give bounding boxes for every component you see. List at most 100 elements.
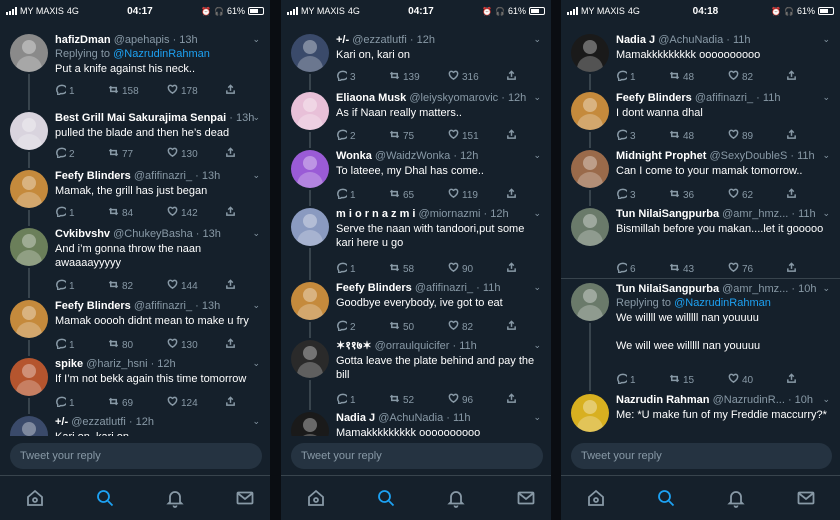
avatar[interactable] bbox=[291, 92, 329, 130]
display-name[interactable]: Cvkibvshv bbox=[55, 228, 110, 240]
retweet-button[interactable]: 158 bbox=[108, 84, 139, 98]
display-name[interactable]: +/- bbox=[336, 34, 349, 46]
tweet[interactable]: spike @hariz_hsni · 12h ⌄ If I’m not bekk … bbox=[0, 354, 270, 414]
reply-button[interactable]: 1 bbox=[55, 396, 75, 410]
avatar[interactable] bbox=[571, 150, 609, 188]
user-handle[interactable]: @afifinazri_ bbox=[134, 170, 192, 182]
retweet-button[interactable]: 48 bbox=[669, 70, 694, 84]
avatar[interactable] bbox=[571, 34, 609, 72]
share-button[interactable] bbox=[225, 206, 236, 220]
display-name[interactable]: Nazrudin Rahman bbox=[616, 394, 710, 406]
user-handle[interactable]: @ChukeyBasha bbox=[113, 228, 193, 240]
chevron-down-icon[interactable]: ⌄ bbox=[533, 412, 541, 423]
display-name[interactable]: Nadia J bbox=[616, 34, 655, 46]
tab-messages[interactable] bbox=[796, 488, 816, 508]
user-handle[interactable]: @afifinazri_ bbox=[695, 92, 753, 104]
tab-messages[interactable] bbox=[516, 488, 536, 508]
retweet-button[interactable]: 15 bbox=[669, 373, 694, 387]
display-name[interactable]: Feefy Blinders bbox=[55, 170, 131, 182]
user-handle[interactable]: @afifinazri_ bbox=[134, 300, 192, 312]
share-button[interactable] bbox=[786, 129, 797, 143]
share-button[interactable] bbox=[506, 262, 517, 276]
avatar[interactable] bbox=[571, 92, 609, 130]
chevron-down-icon[interactable]: ⌄ bbox=[533, 92, 541, 103]
chevron-down-icon[interactable]: ⌄ bbox=[252, 170, 260, 181]
reply-button[interactable]: 1 bbox=[336, 262, 356, 276]
tab-search[interactable] bbox=[656, 488, 676, 508]
share-button[interactable] bbox=[506, 320, 517, 334]
chevron-down-icon[interactable]: ⌄ bbox=[533, 150, 541, 161]
tab-messages[interactable] bbox=[235, 488, 255, 508]
display-name[interactable]: Feefy Blinders bbox=[616, 92, 692, 104]
tab-notifications[interactable] bbox=[726, 488, 746, 508]
tweet[interactable]: Feefy Blinders @afifinazri_ · 11h ⌄ Goodby… bbox=[281, 278, 551, 338]
chevron-down-icon[interactable]: ⌄ bbox=[252, 416, 260, 427]
display-name[interactable]: ✶११७✶ bbox=[336, 340, 372, 352]
like-button[interactable]: 119 bbox=[448, 188, 478, 202]
like-button[interactable]: 124 bbox=[167, 396, 198, 410]
chevron-down-icon[interactable]: ⌄ bbox=[822, 394, 830, 405]
user-handle[interactable]: @ezzatlutfi bbox=[352, 34, 407, 46]
retweet-button[interactable]: 75 bbox=[389, 129, 414, 143]
chevron-down-icon[interactable]: ⌄ bbox=[533, 340, 541, 351]
retweet-button[interactable]: 43 bbox=[669, 262, 694, 276]
chevron-down-icon[interactable]: ⌄ bbox=[822, 208, 830, 219]
like-button[interactable]: 130 bbox=[167, 147, 198, 161]
display-name[interactable]: Midnight Prophet bbox=[616, 150, 706, 162]
reply-button[interactable]: 3 bbox=[336, 70, 356, 84]
retweet-button[interactable]: 65 bbox=[389, 188, 414, 202]
share-button[interactable] bbox=[506, 70, 517, 84]
reply-button[interactable]: 3 bbox=[616, 188, 636, 202]
avatar[interactable] bbox=[291, 34, 329, 72]
share-button[interactable] bbox=[506, 129, 517, 143]
user-handle[interactable]: @ezzatlutfi bbox=[71, 416, 126, 428]
chevron-down-icon[interactable]: ⌄ bbox=[533, 282, 541, 293]
reply-button[interactable]: 2 bbox=[336, 129, 356, 143]
tweet[interactable]: Nadia J @AchuNadia · 11h ⌄ Mamakkkkkkkkk o… bbox=[561, 30, 840, 90]
chevron-down-icon[interactable]: ⌄ bbox=[252, 228, 260, 239]
share-button[interactable] bbox=[786, 188, 797, 202]
chevron-down-icon[interactable]: ⌄ bbox=[252, 358, 260, 369]
user-handle[interactable]: @apehapis bbox=[114, 34, 170, 46]
tweet[interactable]: Wonka @WaidzWonka · 12h ⌄ To lateee, my Dh… bbox=[281, 146, 551, 206]
chevron-down-icon[interactable]: ⌄ bbox=[252, 34, 260, 45]
avatar[interactable] bbox=[10, 358, 48, 396]
tweet[interactable]: Tun NilaiSangpurba @amr_hmz... · 10h ⌄ Rep… bbox=[561, 278, 840, 391]
tab-search[interactable] bbox=[376, 488, 396, 508]
like-button[interactable]: 178 bbox=[167, 84, 198, 98]
avatar[interactable] bbox=[10, 416, 48, 436]
chevron-down-icon[interactable]: ⌄ bbox=[822, 92, 830, 103]
like-button[interactable]: 90 bbox=[448, 262, 473, 276]
display-name[interactable]: Tun NilaiSangpurba bbox=[616, 208, 719, 220]
retweet-button[interactable]: 58 bbox=[389, 262, 414, 276]
share-button[interactable] bbox=[225, 396, 236, 410]
display-name[interactable]: +/- bbox=[55, 416, 68, 428]
user-handle[interactable]: @NazrudinR... bbox=[713, 394, 785, 406]
reply-button[interactable]: 6 bbox=[616, 262, 636, 276]
reply-button[interactable]: 1 bbox=[55, 338, 75, 352]
share-button[interactable] bbox=[786, 70, 797, 84]
tweet[interactable]: m i o r n a z m i @miornazmi · 12h ⌄ Serve… bbox=[281, 204, 551, 280]
reply-button[interactable]: 1 bbox=[55, 206, 75, 220]
retweet-button[interactable]: 50 bbox=[389, 320, 414, 334]
reply-button[interactable]: 1 bbox=[616, 373, 636, 387]
like-button[interactable]: 130 bbox=[167, 338, 198, 352]
like-button[interactable]: 142 bbox=[167, 206, 198, 220]
tweet[interactable]: Feefy Blinders @afifinazri_ · 11h ⌄ I dont… bbox=[561, 88, 840, 148]
chevron-down-icon[interactable]: ⌄ bbox=[822, 283, 830, 294]
user-handle[interactable]: @amr_hmz... bbox=[722, 208, 788, 220]
tab-home[interactable] bbox=[586, 488, 606, 508]
like-button[interactable]: 96 bbox=[448, 393, 473, 407]
user-handle[interactable]: @hariz_hsni bbox=[86, 358, 147, 370]
like-button[interactable]: 82 bbox=[728, 70, 753, 84]
display-name[interactable]: spike bbox=[55, 358, 83, 370]
tweet[interactable]: Nazrudin Rahman @NazrudinR... · 10h ⌄ Me: … bbox=[561, 390, 840, 432]
display-name[interactable]: Wonka bbox=[336, 150, 372, 162]
mention-link[interactable]: @NazrudinRahman bbox=[113, 48, 210, 60]
tab-home[interactable] bbox=[306, 488, 326, 508]
mention-link[interactable]: @NazrudinRahman bbox=[674, 297, 771, 309]
chevron-down-icon[interactable]: ⌄ bbox=[822, 150, 830, 161]
tweet[interactable]: Feefy Blinders @afifinazri_ · 13h ⌄ Mamak,… bbox=[0, 166, 270, 226]
tweet[interactable]: Feefy Blinders @afifinazri_ · 13h ⌄ Mamak … bbox=[0, 296, 270, 356]
reply-button[interactable]: 2 bbox=[55, 147, 75, 161]
